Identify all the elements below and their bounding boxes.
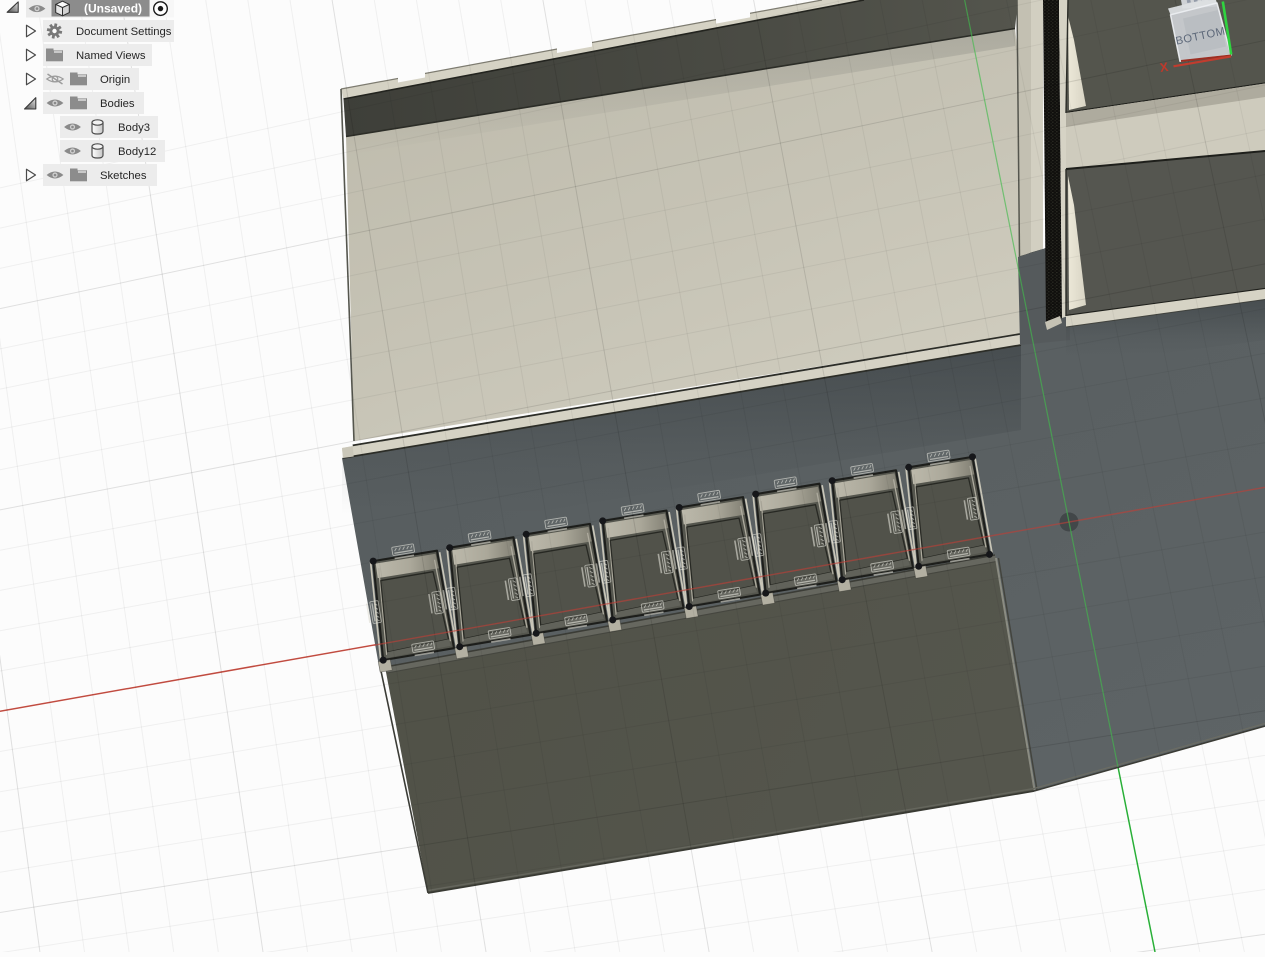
svg-text:Body3: Body3 [118, 122, 150, 134]
svg-text:(Unsaved): (Unsaved) [84, 2, 142, 16]
svg-text:Document Settings: Document Settings [76, 26, 172, 38]
svg-text:Bodies: Bodies [100, 98, 135, 110]
svg-text:Sketches: Sketches [100, 170, 147, 182]
svg-text:Origin: Origin [100, 74, 130, 86]
svg-text:Body12: Body12 [118, 146, 156, 158]
svg-text:Named Views: Named Views [76, 50, 146, 62]
